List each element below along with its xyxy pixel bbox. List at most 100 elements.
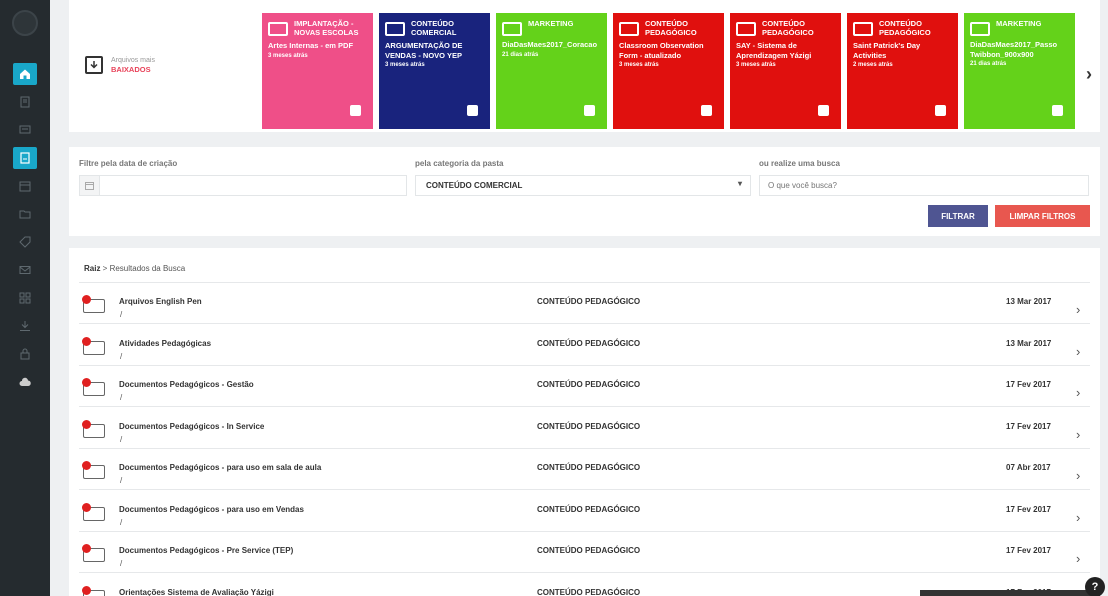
sidebar-item-download[interactable]	[13, 315, 37, 337]
sidebar-item-comment[interactable]	[13, 119, 37, 141]
lock-icon	[19, 348, 31, 360]
row-path: /	[120, 310, 123, 319]
breadcrumb-separator: >	[100, 264, 110, 273]
sidebar-item-calendar[interactable]	[13, 175, 37, 197]
card-checkbox[interactable]	[818, 105, 829, 116]
row-folder-name[interactable]: Orientações Sistema de Avaliação Yázigi	[119, 588, 274, 596]
card-checkbox[interactable]	[701, 105, 712, 116]
clear-filters-button[interactable]: LIMPAR FILTROS	[995, 205, 1090, 227]
sidebar-item-home[interactable]	[13, 63, 37, 85]
row-folder-name[interactable]: Documentos Pedagógicos - Pre Service (TE…	[119, 546, 293, 555]
sidebar-item-tag[interactable]	[13, 231, 37, 253]
filter-panel: Filtre pela data de criação pela categor…	[69, 147, 1100, 236]
table-row[interactable]: Arquivos English Pen / CONTEÚDO PEDAGÓGI…	[79, 283, 1090, 324]
download-card[interactable]: CONTEÚDO PEDAGÓGICO Classroom Observatio…	[613, 13, 724, 129]
sidebar-item-document[interactable]	[13, 91, 37, 113]
search-input[interactable]	[759, 175, 1089, 196]
grid-icon	[19, 292, 31, 304]
download-card[interactable]: IMPLANTAÇÃO - NOVAS ESCOLAS Artes Intern…	[262, 13, 373, 129]
category-select-value: CONTEÚDO COMERCIAL	[426, 181, 523, 190]
card-checkbox[interactable]	[350, 105, 361, 116]
table-row[interactable]: Documentos Pedagógicos - In Service / CO…	[79, 408, 1090, 449]
table-row[interactable]: Documentos Pedagógicos - Gestão / CONTEÚ…	[79, 366, 1090, 407]
card-file-name: Artes Internas - em PDF	[268, 41, 354, 50]
card-time-ago: 3 meses atrás	[736, 62, 776, 68]
row-folder-name[interactable]: Atividades Pedagógicas	[119, 339, 211, 348]
card-file-name: ARGUMENTAÇÃO DE VENDAS - NOVO YEP	[385, 41, 463, 60]
chevron-right-icon[interactable]: ›	[1076, 302, 1080, 317]
row-path: /	[120, 393, 123, 402]
calendar-icon[interactable]	[80, 176, 100, 195]
chevron-right-icon[interactable]: ›	[1076, 344, 1080, 359]
row-folder-name[interactable]: Documentos Pedagógicos - In Service	[119, 422, 264, 431]
status-dot-icon	[82, 461, 91, 470]
table-row[interactable]: Documentos Pedagógicos - para uso em Ven…	[79, 491, 1090, 532]
logo	[12, 10, 38, 36]
chevron-right-icon[interactable]: ›	[1076, 468, 1080, 483]
sidebar-item-file[interactable]	[13, 147, 37, 169]
sidebar-item-cloud[interactable]	[13, 371, 37, 393]
row-folder-name[interactable]: Documentos Pedagógicos - para uso em sal…	[119, 463, 321, 472]
status-dot-icon	[82, 419, 91, 429]
download-card[interactable]: MARKETING DiaDasMaes2017_Coracao 21 dias…	[496, 13, 607, 129]
row-date: 13 Mar 2017	[1006, 297, 1052, 306]
help-button[interactable]: ?	[1085, 577, 1105, 596]
table-row[interactable]: Documentos Pedagógicos - Pre Service (TE…	[79, 532, 1090, 573]
card-file-name: DiaDasMaes2017_Coracao	[502, 40, 598, 49]
sidebar-item-mail[interactable]	[13, 259, 37, 281]
document-icon	[19, 96, 31, 108]
breadcrumb-root[interactable]: Raiz	[84, 264, 100, 273]
card-category: CONTEÚDO PEDAGÓGICO	[762, 19, 814, 37]
folder-icon	[736, 22, 756, 36]
calendar-icon	[19, 180, 31, 192]
chevron-right-icon[interactable]: ›	[1076, 551, 1080, 566]
card-category: CONTEÚDO PEDAGÓGICO	[879, 19, 931, 37]
breadcrumb: Raiz > Resultados da Busca	[84, 264, 185, 273]
chevron-right-icon[interactable]: ›	[1076, 427, 1080, 442]
download-card[interactable]: CONTEÚDO COMERCIAL ARGUMENTAÇÃO DE VENDA…	[379, 13, 490, 129]
sidebar-item-lock[interactable]	[13, 343, 37, 365]
table-row[interactable]: Documentos Pedagógicos - para uso em sal…	[79, 449, 1090, 490]
category-select[interactable]: CONTEÚDO COMERCIAL ▾	[415, 175, 751, 196]
folder-icon	[385, 22, 405, 36]
filter-button[interactable]: FILTRAR	[928, 205, 988, 227]
date-filter-input[interactable]	[79, 175, 407, 196]
carousel-next-icon[interactable]: ›	[1086, 64, 1092, 85]
card-checkbox[interactable]	[584, 105, 595, 116]
folder-icon	[268, 22, 288, 36]
card-checkbox[interactable]	[1052, 105, 1063, 116]
select-caret-icon: ▾	[737, 179, 742, 188]
status-dot-icon	[82, 336, 91, 346]
row-folder-name[interactable]: Arquivos English Pen	[119, 297, 202, 306]
row-folder-name[interactable]: Documentos Pedagógicos - Gestão	[119, 380, 254, 389]
folder-icon	[853, 22, 873, 36]
row-path: /	[120, 476, 123, 485]
download-icon	[19, 320, 31, 332]
sidebar-item-grid[interactable]	[13, 287, 37, 309]
chevron-right-icon[interactable]: ›	[1076, 385, 1080, 400]
download-card[interactable]: MARKETING DiaDasMaes2017_Passo Twibbon_9…	[964, 13, 1075, 129]
row-category: CONTEÚDO PEDAGÓGICO	[537, 297, 641, 306]
download-box-icon	[85, 56, 103, 74]
chevron-right-icon[interactable]: ›	[1076, 510, 1080, 525]
sidebar-item-folder[interactable]	[13, 203, 37, 225]
bottom-bar	[920, 590, 1100, 596]
card-checkbox[interactable]	[935, 105, 946, 116]
row-date: 17 Fev 2017	[1006, 504, 1051, 514]
status-dot-icon	[82, 502, 91, 512]
row-folder-name[interactable]: Documentos Pedagógicos - para uso em Ven…	[119, 505, 304, 514]
home-icon	[19, 68, 31, 80]
folder-icon	[19, 208, 31, 220]
folder-icon	[970, 22, 990, 36]
card-checkbox[interactable]	[467, 105, 478, 116]
download-card[interactable]: CONTEÚDO PEDAGÓGICO SAY - Sistema de Apr…	[730, 13, 841, 129]
status-dot-icon	[82, 295, 91, 304]
row-path: /	[120, 517, 123, 527]
download-card[interactable]: CONTEÚDO PEDAGÓGICO Saint Patrick's Day …	[847, 13, 958, 129]
row-date: 13 Mar 2017	[1006, 338, 1052, 348]
file-icon	[19, 152, 31, 164]
table-row[interactable]: Atividades Pedagógicas / CONTEÚDO PEDAGÓ…	[79, 325, 1090, 366]
most-downloaded-panel: Arquivos mais BAIXADOS ‹ IMPLANTAÇÃO - N…	[69, 0, 1100, 132]
comment-icon	[19, 124, 31, 136]
card-time-ago: 3 meses atrás	[619, 62, 659, 68]
